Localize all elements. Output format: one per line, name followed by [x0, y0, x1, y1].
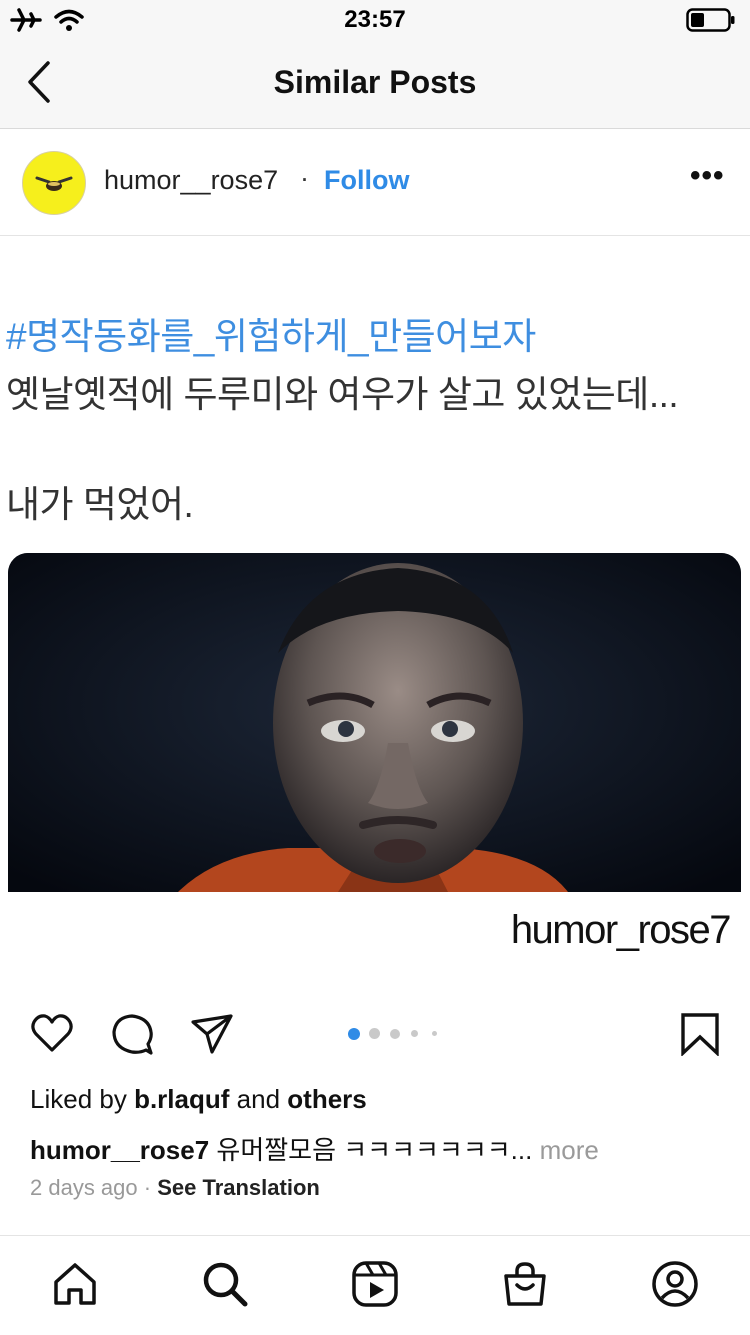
avatar-face-icon — [35, 176, 73, 191]
search-icon[interactable] — [201, 1260, 249, 1308]
photo-watermark: humor_rose7 — [510, 908, 732, 952]
reels-icon[interactable] — [351, 1260, 399, 1308]
carousel-dot — [411, 1030, 418, 1037]
post-header: humor__rose7 · Follow ••• — [0, 129, 750, 236]
share-send-icon[interactable] — [190, 1012, 234, 1056]
carousel-dot — [369, 1028, 380, 1039]
post-meta: 2 days ago · See Translation — [30, 1175, 320, 1201]
carousel-dot-active — [348, 1028, 360, 1040]
carousel-indicator — [348, 1028, 448, 1040]
comment-icon[interactable] — [110, 1012, 154, 1056]
post-username[interactable]: humor__rose7 — [104, 165, 278, 196]
post-text-line-1: 옛날옛적에 두루미와 여우가 살고 있었는데... — [6, 374, 679, 415]
avatar[interactable] — [22, 151, 86, 215]
see-translation-link[interactable]: See Translation — [157, 1175, 320, 1200]
caption-more-link[interactable]: more — [540, 1135, 599, 1165]
post-hashtag-text: #명작동화를_위험하게_만들어보자 — [6, 316, 536, 357]
meta-dot: · — [143, 1175, 152, 1200]
status-time: 23:57 — [344, 6, 406, 33]
likes-and: and — [236, 1084, 281, 1114]
bottom-tab-bar — [0, 1235, 750, 1335]
page-title: Similar Posts — [273, 64, 477, 100]
status-bar: 23:57 — [0, 0, 750, 40]
caption-username[interactable]: humor__rose7 — [30, 1135, 209, 1165]
more-options-icon[interactable]: ••• — [690, 159, 725, 193]
likes-prefix: Liked by — [30, 1084, 127, 1114]
post-timestamp: 2 days ago — [30, 1175, 138, 1200]
caption-line: humor__rose7 유머짤모음 ㅋㅋㅋㅋㅋㅋㅋ... more — [30, 1130, 599, 1167]
post-text-line-2: 내가 먹었어. — [6, 484, 194, 525]
shop-icon[interactable] — [501, 1260, 549, 1308]
post-photo[interactable] — [8, 553, 741, 892]
separator-dot: · — [300, 163, 309, 193]
follow-button[interactable]: Follow — [324, 165, 409, 196]
likes-others-link[interactable]: others — [287, 1084, 366, 1114]
carousel-dot — [390, 1029, 400, 1039]
profile-icon[interactable] — [651, 1260, 699, 1308]
bookmark-save-icon[interactable] — [678, 1012, 722, 1056]
likes-line: Liked by b.rlaquf and others — [30, 1084, 367, 1115]
caption-text: 유머짤모음 ㅋㅋㅋㅋㅋㅋㅋ... — [216, 1135, 533, 1165]
man-face-photo — [8, 553, 741, 892]
home-icon[interactable] — [51, 1260, 99, 1308]
navigation-bar: Similar Posts — [0, 40, 750, 129]
battery-icon — [686, 8, 735, 32]
carousel-dot — [432, 1031, 437, 1036]
like-heart-icon[interactable] — [30, 1012, 74, 1056]
liked-by-username[interactable]: b.rlaquf — [134, 1084, 229, 1114]
